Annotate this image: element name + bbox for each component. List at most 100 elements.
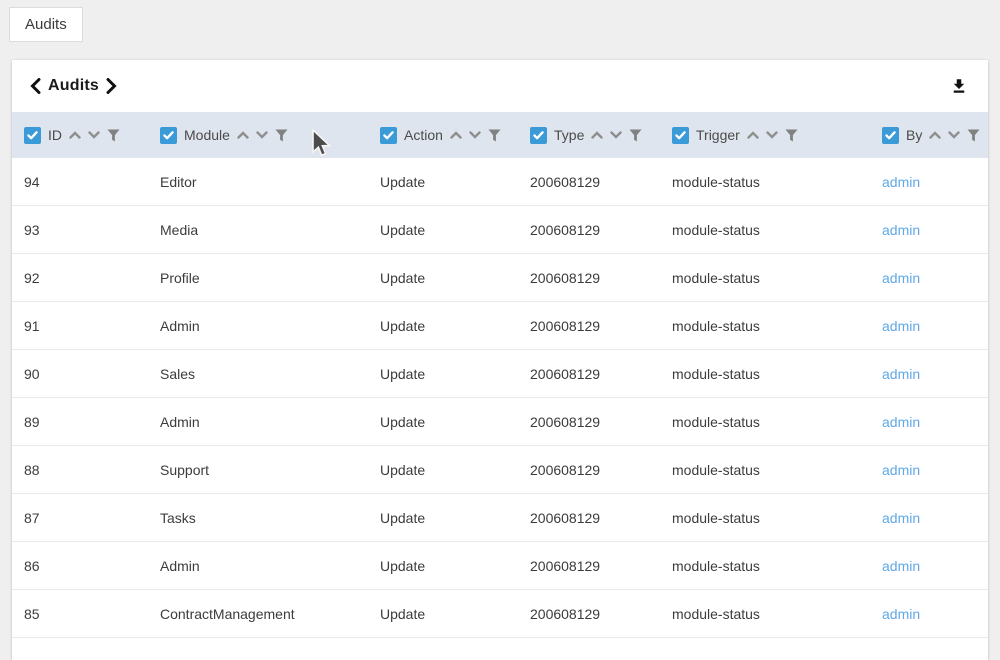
- select-column-checkbox[interactable]: [380, 127, 397, 144]
- cell-action: Update: [368, 270, 518, 286]
- by-user-link[interactable]: admin: [882, 222, 920, 238]
- cell-type: 200608129: [518, 606, 660, 622]
- column-header-id: ID: [12, 127, 148, 144]
- cell-module: Sales: [148, 366, 368, 382]
- column-header-type: Type: [518, 127, 660, 144]
- select-column-checkbox[interactable]: [882, 127, 899, 144]
- select-column-checkbox[interactable]: [24, 127, 41, 144]
- download-icon[interactable]: [950, 77, 968, 95]
- by-user-link[interactable]: admin: [882, 366, 920, 382]
- column-header-by: By: [870, 127, 988, 144]
- cell-module: Admin: [148, 558, 368, 574]
- cell-by: admin: [870, 222, 988, 238]
- table-body: 94 Editor Update 200608129 module-status…: [12, 158, 988, 638]
- table-row[interactable]: 91 Admin Update 200608129 module-status …: [12, 302, 988, 350]
- table-row[interactable]: 93 Media Update 200608129 module-status …: [12, 206, 988, 254]
- chevron-left-icon[interactable]: [30, 78, 41, 94]
- table-row[interactable]: 92 Profile Update 200608129 module-statu…: [12, 254, 988, 302]
- cell-action: Update: [368, 510, 518, 526]
- table-row[interactable]: 87 Tasks Update 200608129 module-status …: [12, 494, 988, 542]
- cell-trigger: module-status: [660, 558, 870, 574]
- column-label: Trigger: [696, 127, 740, 143]
- cell-action: Update: [368, 606, 518, 622]
- sort-ascending-icon[interactable]: [237, 131, 249, 139]
- cell-trigger: module-status: [660, 366, 870, 382]
- cell-id: 91: [12, 318, 148, 334]
- by-user-link[interactable]: admin: [882, 270, 920, 286]
- sort-descending-icon[interactable]: [469, 131, 481, 139]
- table-header-row: ID Module Action: [12, 112, 988, 158]
- page-title: Audits: [48, 77, 99, 95]
- sort-descending-icon[interactable]: [948, 131, 960, 139]
- column-label: By: [906, 127, 922, 143]
- sort-ascending-icon[interactable]: [747, 131, 759, 139]
- cell-id: 88: [12, 462, 148, 478]
- sort-ascending-icon[interactable]: [69, 131, 81, 139]
- by-user-link[interactable]: admin: [882, 174, 920, 190]
- cell-by: admin: [870, 174, 988, 190]
- sort-descending-icon[interactable]: [610, 131, 622, 139]
- select-column-checkbox[interactable]: [530, 127, 547, 144]
- cell-by: admin: [870, 318, 988, 334]
- filter-icon[interactable]: [275, 129, 288, 142]
- filter-icon[interactable]: [629, 129, 642, 142]
- sort-descending-icon[interactable]: [88, 131, 100, 139]
- cell-module: ContractManagement: [148, 606, 368, 622]
- cell-module: Media: [148, 222, 368, 238]
- by-user-link[interactable]: admin: [882, 606, 920, 622]
- cell-id: 92: [12, 270, 148, 286]
- table-row[interactable]: 90 Sales Update 200608129 module-status …: [12, 350, 988, 398]
- column-label: Action: [404, 127, 443, 143]
- cell-trigger: module-status: [660, 606, 870, 622]
- cell-type: 200608129: [518, 462, 660, 478]
- cell-by: admin: [870, 462, 988, 478]
- filter-icon[interactable]: [967, 129, 980, 142]
- cell-module: Editor: [148, 174, 368, 190]
- by-user-link[interactable]: admin: [882, 510, 920, 526]
- sort-ascending-icon[interactable]: [450, 131, 462, 139]
- filter-icon[interactable]: [785, 129, 798, 142]
- cell-action: Update: [368, 462, 518, 478]
- select-column-checkbox[interactable]: [160, 127, 177, 144]
- cell-by: admin: [870, 558, 988, 574]
- by-user-link[interactable]: admin: [882, 462, 920, 478]
- tab-audits[interactable]: Audits: [9, 7, 83, 42]
- cell-id: 94: [12, 174, 148, 190]
- filter-icon[interactable]: [488, 129, 501, 142]
- by-user-link[interactable]: admin: [882, 558, 920, 574]
- cell-trigger: module-status: [660, 414, 870, 430]
- table-row[interactable]: 85 ContractManagement Update 200608129 m…: [12, 590, 988, 638]
- table-row[interactable]: 89 Admin Update 200608129 module-status …: [12, 398, 988, 446]
- by-user-link[interactable]: admin: [882, 318, 920, 334]
- column-label: ID: [48, 127, 62, 143]
- chevron-right-icon[interactable]: [106, 78, 117, 94]
- column-header-action: Action: [368, 127, 518, 144]
- table-row[interactable]: 88 Support Update 200608129 module-statu…: [12, 446, 988, 494]
- cell-type: 200608129: [518, 270, 660, 286]
- cell-trigger: module-status: [660, 462, 870, 478]
- by-user-link[interactable]: admin: [882, 414, 920, 430]
- cell-type: 200608129: [518, 510, 660, 526]
- audits-card: Audits ID Module: [12, 60, 988, 660]
- cell-type: 200608129: [518, 414, 660, 430]
- table-row[interactable]: 94 Editor Update 200608129 module-status…: [12, 158, 988, 206]
- sort-descending-icon[interactable]: [766, 131, 778, 139]
- select-column-checkbox[interactable]: [672, 127, 689, 144]
- sort-ascending-icon[interactable]: [591, 131, 603, 139]
- cell-id: 89: [12, 414, 148, 430]
- cell-by: admin: [870, 366, 988, 382]
- cell-module: Admin: [148, 318, 368, 334]
- cell-trigger: module-status: [660, 510, 870, 526]
- cell-action: Update: [368, 558, 518, 574]
- title-group: Audits: [30, 77, 117, 95]
- tab-audits-label: Audits: [25, 16, 67, 33]
- sort-descending-icon[interactable]: [256, 131, 268, 139]
- sort-ascending-icon[interactable]: [929, 131, 941, 139]
- cell-by: admin: [870, 270, 988, 286]
- cell-id: 86: [12, 558, 148, 574]
- column-label: Module: [184, 127, 230, 143]
- cell-action: Update: [368, 222, 518, 238]
- table-row[interactable]: 86 Admin Update 200608129 module-status …: [12, 542, 988, 590]
- cell-action: Update: [368, 318, 518, 334]
- filter-icon[interactable]: [107, 129, 120, 142]
